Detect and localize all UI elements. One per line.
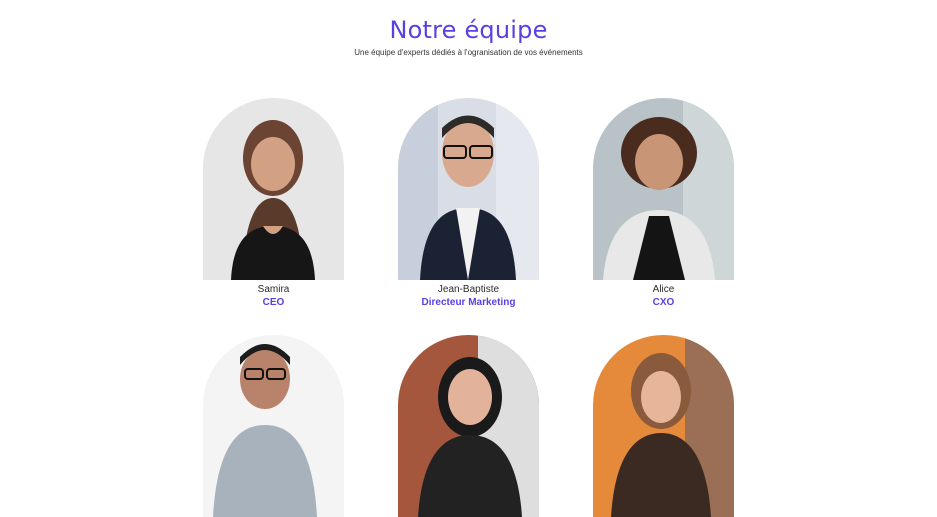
member-photo bbox=[203, 335, 344, 517]
member-photo bbox=[398, 335, 539, 517]
member-role: CXO bbox=[652, 297, 675, 308]
team-member-card bbox=[593, 335, 734, 517]
member-photo bbox=[203, 98, 344, 280]
section-title: Notre équipe bbox=[389, 16, 548, 44]
member-photo bbox=[398, 98, 539, 280]
member-photo bbox=[593, 335, 734, 517]
member-photo bbox=[593, 98, 734, 280]
member-role: Directeur Marketing bbox=[421, 297, 516, 308]
team-member-card: Samira CEO bbox=[203, 98, 344, 309]
member-name: Jean-Baptiste bbox=[437, 284, 500, 295]
team-member-card: Jean-Baptiste Directeur Marketing bbox=[398, 98, 539, 309]
team-member-card bbox=[203, 335, 344, 517]
member-role: CEO bbox=[262, 297, 285, 308]
team-member-card: Alice CXO bbox=[593, 98, 734, 309]
member-name: Samira bbox=[257, 284, 290, 295]
team-member-card bbox=[398, 335, 539, 517]
section-subtitle: Une équipe d'experts dédiés à l'ogranisa… bbox=[354, 48, 583, 57]
member-name: Alice bbox=[652, 284, 675, 295]
